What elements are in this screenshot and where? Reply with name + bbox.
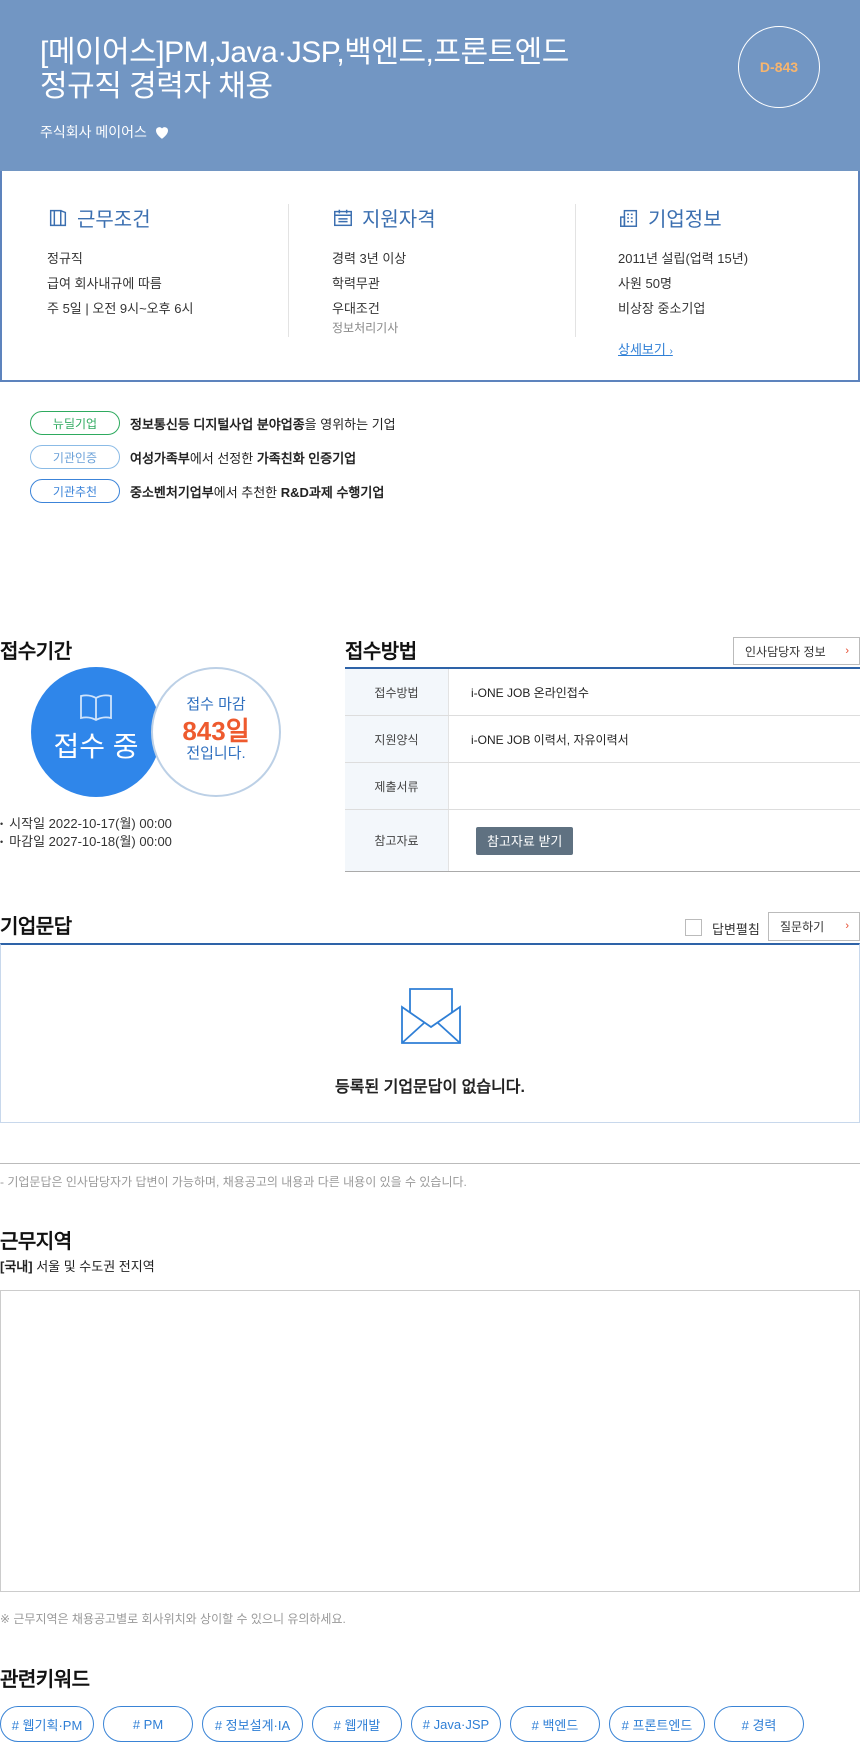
work-hours: 주 5일 | 오전 9시~오후 6시	[47, 301, 194, 316]
keyword-tag[interactable]: # 프론트엔드	[609, 1706, 705, 1742]
qualification-preferred-detail: 정보처리기사	[332, 321, 399, 335]
hr-info-button[interactable]: 인사담당자 정보 ›	[733, 637, 860, 665]
end-date: 마감일 2027-10-18(월) 00:00	[0, 833, 172, 851]
qualification-preferred: 우대조건	[332, 301, 380, 316]
download-reference-button[interactable]: 참고자료 받기	[476, 826, 574, 855]
location-note: ※ 근무지역은 채용공고별로 회사위치와 상이할 수 있으니 유의하세요.	[0, 1612, 346, 1626]
table-row: 참고자료 참고자료 받기	[345, 810, 860, 872]
keyword-list: # 웹기획·PM # PM # 정보설계·IA # 웹개발 # Java·JSP…	[0, 1706, 804, 1742]
reception-dates: 시작일 2022-10-17(월) 00:00 마감일 2027-10-18(월…	[0, 815, 172, 851]
reception-title: 접수기간	[0, 641, 72, 663]
job-summary: 근무조건 정규직 급여 회사내규에 따름 주 5일 | 오전 9시~오후 6시 …	[0, 171, 860, 382]
qualification-education: 학력무관	[332, 276, 380, 291]
company-info: 기업정보 2011년 설립(업력 15년) 사원 50명 비상장 중소기업 상세…	[618, 203, 848, 357]
keyword-tag[interactable]: # 경력	[714, 1706, 804, 1742]
keyword-tag[interactable]: # 웹개발	[312, 1706, 402, 1742]
company-detail-link[interactable]: 상세보기 ›	[618, 339, 673, 358]
calendar-icon	[334, 209, 352, 226]
heart-icon[interactable]	[153, 123, 171, 141]
envelope-icon	[401, 988, 461, 1044]
qna-title: 기업문답	[0, 916, 72, 938]
keyword-tag[interactable]: # 정보설계·IA	[202, 1706, 303, 1742]
deadline-circle: 접수 마감 843일 전입니다.	[151, 667, 281, 797]
badge-desc: 정보통신등 디지털사업 분야업종을 영위하는 기업	[130, 416, 396, 432]
chevron-right-icon: ›	[845, 645, 849, 657]
badge-desc: 여성가족부에서 선정한 가족친화 인증기업	[130, 450, 357, 466]
qualification-title: 지원자격	[362, 209, 436, 231]
company-link[interactable]: 주식회사 메이어스	[40, 122, 171, 142]
building-icon	[620, 209, 638, 227]
company-name[interactable]: 주식회사 메이어스	[40, 122, 147, 142]
location-tag: [국내]	[0, 1259, 33, 1274]
dday-badge: D-843	[738, 26, 820, 108]
job-header: [메이어스]PM,Java·JSP,백엔드,프론트엔드 정규직 경력자 채용 주…	[0, 0, 860, 172]
divider	[288, 204, 289, 337]
badge-certified: 기관인증	[30, 445, 120, 469]
table-row: 제출서류	[345, 763, 860, 810]
badge-desc: 중소벤처기업부에서 추천한 R&D과제 수행기업	[130, 484, 385, 500]
badge-row-recommended: 기관추천 중소벤처기업부에서 추천한 R&D과제 수행기업	[30, 479, 384, 503]
qualification-career: 경력 3년 이상	[332, 251, 407, 266]
qna-empty-message: 등록된 기업문답이 없습니다.	[335, 1079, 525, 1096]
job-title: [메이어스]PM,Java·JSP,백엔드,프론트엔드 정규직 경력자 채용	[40, 36, 640, 104]
table-row: 지원양식 i-ONE JOB 이력서, 자유이력서	[345, 716, 860, 763]
keywords-title: 관련키워드	[0, 1669, 90, 1691]
badge-newdeal: 뉴딜기업	[30, 411, 120, 435]
work-title: 근무조건	[77, 209, 151, 231]
ask-question-button[interactable]: 질문하기 ›	[768, 912, 860, 941]
chevron-right-icon: ›	[845, 920, 849, 932]
work-type: 정규직	[47, 251, 83, 266]
location-text: [국내] 서울 및 수도권 전지역	[0, 1259, 155, 1274]
work-salary: 급여 회사내규에 따름	[47, 276, 162, 291]
expand-answers-label[interactable]: 답변펼침	[712, 919, 760, 938]
keyword-tag[interactable]: # PM	[103, 1706, 193, 1742]
keyword-tag[interactable]: # 백엔드	[510, 1706, 600, 1742]
badge-row-certified: 기관인증 여성가족부에서 선정한 가족친화 인증기업	[30, 445, 356, 469]
badge-row-newdeal: 뉴딜기업 정보통신등 디지털사업 분야업종을 영위하는 기업	[30, 411, 396, 435]
table-row: 접수방법 i-ONE JOB 온라인접수	[345, 669, 860, 716]
divider	[0, 1163, 860, 1164]
qna-list: 등록된 기업문답이 없습니다.	[0, 943, 860, 1123]
company-type: 비상장 중소기업	[618, 301, 706, 316]
badge-recommended: 기관추천	[30, 479, 120, 503]
company-employees: 사원 50명	[618, 276, 672, 291]
location-title: 근무지역	[0, 1231, 72, 1253]
company-founded: 2011년 설립(업력 15년)	[618, 251, 749, 266]
location-map[interactable]	[0, 1290, 860, 1592]
qualifications: 지원자격 경력 3년 이상 학력무관 우대조건 정보처리기사	[332, 203, 562, 338]
keyword-tag[interactable]: # Java·JSP	[411, 1706, 501, 1742]
book-icon	[80, 694, 112, 721]
method-table: 접수방법 i-ONE JOB 온라인접수 지원양식 i-ONE JOB 이력서,…	[345, 667, 860, 872]
company-info-title: 기업정보	[648, 209, 722, 231]
work-conditions: 근무조건 정규직 급여 회사내규에 따름 주 5일 | 오전 9시~오후 6시	[47, 203, 277, 338]
status-text: 접수 중	[53, 731, 139, 762]
qna-note: - 기업문답은 인사담당자가 답변이 가능하며, 채용공고의 내용과 다른 내용…	[0, 1175, 467, 1189]
job-title-line1: [메이어스]PM,Java·JSP,백엔드,프론트엔드	[40, 36, 569, 69]
status-circle: 접수 중	[31, 667, 161, 797]
method-title: 접수방법	[345, 641, 417, 663]
days-suffix: 전입니다.	[186, 745, 246, 762]
expand-answers-checkbox[interactable]	[685, 919, 702, 936]
divider	[575, 204, 576, 337]
job-title-line2: 정규직 경력자 채용	[40, 70, 273, 103]
door-icon	[49, 209, 67, 226]
start-date: 시작일 2022-10-17(월) 00:00	[0, 815, 172, 833]
keyword-tag[interactable]: # 웹기획·PM	[0, 1706, 94, 1742]
